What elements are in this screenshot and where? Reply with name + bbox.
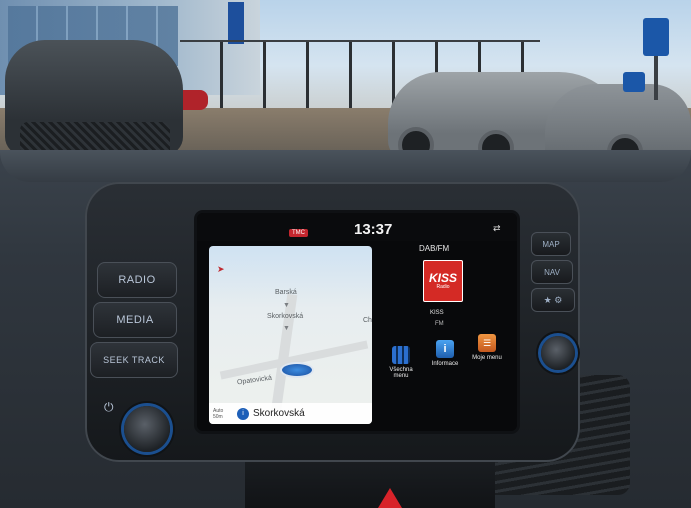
- media-button[interactable]: MEDIA: [93, 302, 177, 338]
- my-menu-icon: ☰: [478, 334, 496, 352]
- flag-banner: [228, 2, 244, 44]
- information-label: Informace: [431, 361, 459, 367]
- dashboard-top: [0, 150, 691, 182]
- dark-car: [5, 40, 183, 162]
- status-bar: TMC 13:37 ⇄: [197, 213, 517, 241]
- favorite-setup-button[interactable]: ★ ⚙: [531, 288, 575, 312]
- parking-sign: [643, 18, 669, 56]
- info-icon: i: [436, 340, 454, 358]
- map-label: Ch: [363, 317, 372, 324]
- volume-knob[interactable]: [124, 406, 170, 452]
- connection-icon: ⇄: [493, 223, 501, 233]
- my-menu-button[interactable]: ☰ Moje menu: [467, 334, 507, 361]
- current-street: Skorkovská: [253, 408, 305, 419]
- tmc-badge: TMC: [289, 229, 308, 237]
- map-label: Barská: [275, 289, 297, 296]
- tune-knob[interactable]: [541, 336, 575, 370]
- compass-icon[interactable]: ➤: [217, 264, 225, 275]
- navigation-map[interactable]: ➤ Barská ▼ Skorkovská ▼ Ch Opatovická Au…: [209, 246, 372, 424]
- sign-pole: [654, 50, 658, 100]
- information-button[interactable]: i Informace: [425, 340, 465, 367]
- map-info-bar: Auto 50m i Skorkovská: [209, 403, 372, 424]
- seek-track-button[interactable]: SEEK TRACK: [90, 342, 178, 378]
- clock: 13:37: [354, 221, 393, 238]
- station-band: FM: [435, 321, 444, 327]
- nav-button[interactable]: NAV: [531, 260, 573, 284]
- radio-band: DAB/FM: [419, 244, 450, 253]
- street-info-icon: i: [237, 407, 249, 420]
- map-button[interactable]: MAP: [531, 232, 571, 256]
- auto-zoom-label[interactable]: Auto 50m: [213, 408, 231, 420]
- touchscreen: TMC 13:37 ⇄ ➤ Barská ▼ Skorkovská ▼ Ch O…: [197, 213, 517, 431]
- route-arrow-icon: ▼: [283, 302, 290, 309]
- all-menus-label: Všechna menu: [389, 367, 413, 379]
- power-icon: ⏻: [104, 400, 114, 414]
- hazard-icon[interactable]: [378, 488, 402, 508]
- map-label: Opatovická: [236, 374, 273, 387]
- station-logo-title: KISS: [428, 271, 457, 285]
- my-menu-label: Moje menu: [472, 355, 502, 361]
- vehicle-position-icon: [282, 364, 312, 376]
- map-road: [270, 293, 298, 415]
- station-logo-subtitle: Radio: [436, 284, 450, 290]
- map-label: Skorkovská: [267, 313, 304, 320]
- station-logo[interactable]: KISS Radio: [423, 260, 463, 302]
- route-arrow-icon: ▼: [283, 325, 290, 332]
- photo-scene: RADIO MEDIA SEEK TRACK ⏻ MAP NAV ★ ⚙ TMC…: [0, 0, 691, 508]
- all-menus-button[interactable]: Všechna menu: [383, 346, 419, 379]
- parking-sign-small: [623, 72, 645, 92]
- grid-icon: [392, 346, 410, 364]
- station-name: KISS: [430, 310, 444, 316]
- radio-button[interactable]: RADIO: [97, 262, 177, 298]
